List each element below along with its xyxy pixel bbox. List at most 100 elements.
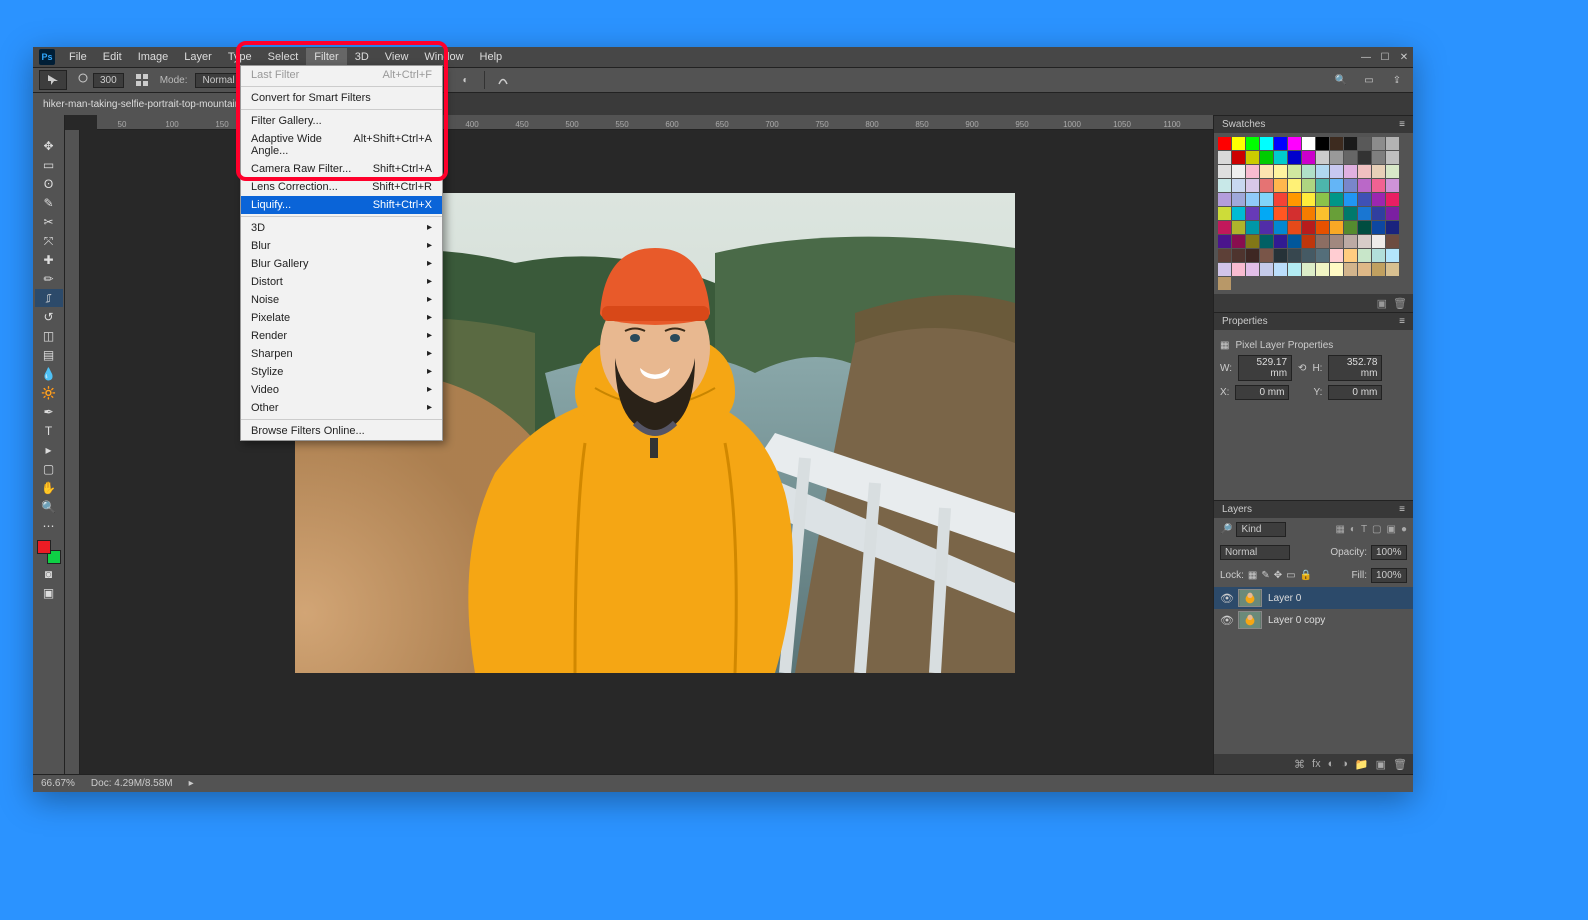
swatch[interactable] (1372, 207, 1385, 220)
swatch[interactable] (1218, 165, 1231, 178)
swatch[interactable] (1316, 235, 1329, 248)
swatch[interactable] (1358, 249, 1371, 262)
menu-help[interactable]: Help (472, 48, 511, 66)
swatch[interactable] (1372, 221, 1385, 234)
filter-video[interactable]: Video (241, 381, 442, 399)
type-tool[interactable]: T (35, 422, 63, 440)
filter-blur-gallery[interactable]: Blur Gallery (241, 255, 442, 273)
mask-icon[interactable]: ◐ (1328, 758, 1335, 770)
ignore-adj-icon[interactable]: ◐ (456, 71, 476, 89)
swatch[interactable] (1218, 179, 1231, 192)
swatch[interactable] (1386, 193, 1399, 206)
swatch[interactable] (1274, 137, 1287, 150)
swatch[interactable] (1260, 137, 1273, 150)
blend-mode-select[interactable]: Normal (1220, 545, 1290, 560)
swatch[interactable] (1330, 207, 1343, 220)
swatch[interactable] (1274, 165, 1287, 178)
swatch[interactable] (1358, 235, 1371, 248)
filter-other[interactable]: Other (241, 399, 442, 417)
menu-filter[interactable]: Filter (306, 48, 346, 66)
menu-view[interactable]: View (377, 48, 417, 66)
swatch[interactable] (1330, 249, 1343, 262)
eyedropper-tool[interactable]: ⤧ (35, 232, 63, 250)
swatch[interactable] (1344, 263, 1357, 276)
swatch[interactable] (1386, 249, 1399, 262)
filter-smart-icon[interactable]: ▣ (1387, 524, 1396, 535)
canvas-area[interactable]: 5010015020025030035040045050055060065070… (65, 115, 1213, 774)
swatch[interactable] (1302, 249, 1315, 262)
lasso-tool[interactable]: ʘ (35, 175, 63, 193)
quick-mask[interactable]: ◙ (35, 565, 63, 583)
layer-row[interactable]: 👁 Layer 0 (1214, 587, 1413, 609)
swatch[interactable] (1358, 151, 1371, 164)
lock-paint-icon[interactable]: ✎ (1261, 570, 1269, 581)
swatch[interactable] (1246, 179, 1259, 192)
swatch[interactable] (1246, 151, 1259, 164)
swatch[interactable] (1330, 137, 1343, 150)
swatch[interactable] (1246, 235, 1259, 248)
filter-blur[interactable]: Blur (241, 237, 442, 255)
swatch[interactable] (1274, 249, 1287, 262)
swatches-header[interactable]: Swatches≡ (1214, 116, 1413, 133)
trash-icon[interactable]: 🗑 (1393, 758, 1407, 771)
swatch[interactable] (1232, 249, 1245, 262)
swatch[interactable] (1246, 137, 1259, 150)
swatch[interactable] (1344, 151, 1357, 164)
dodge-tool[interactable]: 🔆 (35, 384, 63, 402)
layers-header[interactable]: Layers≡ (1214, 501, 1413, 518)
swatch[interactable] (1302, 193, 1315, 206)
filter-toggle[interactable]: ● (1401, 524, 1407, 535)
crop-tool[interactable]: ✂ (35, 213, 63, 231)
filter-lens-correction[interactable]: Lens Correction...Shift+Ctrl+R (241, 178, 442, 196)
filter-camera-raw[interactable]: Camera Raw Filter...Shift+Ctrl+A (241, 160, 442, 178)
swatch[interactable] (1274, 235, 1287, 248)
swatch[interactable] (1274, 207, 1287, 220)
rectangle-tool[interactable]: ▢ (35, 460, 63, 478)
swatch[interactable] (1274, 179, 1287, 192)
swatch[interactable] (1386, 137, 1399, 150)
healing-tool[interactable]: ✚ (35, 251, 63, 269)
maximize-button[interactable]: ☐ (1376, 48, 1394, 66)
swatch[interactable] (1372, 263, 1385, 276)
swatch[interactable] (1316, 249, 1329, 262)
swatch[interactable] (1288, 151, 1301, 164)
filter-noise[interactable]: Noise (241, 291, 442, 309)
layer-name[interactable]: Layer 0 (1268, 593, 1301, 604)
swatch[interactable] (1386, 165, 1399, 178)
swatch[interactable] (1316, 263, 1329, 276)
marquee-tool[interactable]: ▭ (35, 156, 63, 174)
delete-swatch-icon[interactable]: 🗑 (1393, 297, 1407, 310)
swatch[interactable] (1330, 165, 1343, 178)
menu-file[interactable]: File (61, 48, 95, 66)
swatch[interactable] (1386, 235, 1399, 248)
swatch[interactable] (1330, 151, 1343, 164)
swatch[interactable] (1358, 193, 1371, 206)
opacity-input[interactable]: 100% (1371, 545, 1407, 560)
swatch[interactable] (1344, 165, 1357, 178)
share-icon[interactable]: ⇪ (1387, 71, 1407, 89)
swatch[interactable] (1232, 137, 1245, 150)
swatch[interactable] (1246, 165, 1259, 178)
panel-menu-icon[interactable]: ≡ (1399, 504, 1405, 515)
swatch[interactable] (1316, 179, 1329, 192)
screen-mode[interactable]: ▣ (35, 584, 63, 602)
panel-menu-icon[interactable]: ≡ (1399, 119, 1405, 130)
edit-toolbar[interactable]: ⋯ (35, 517, 63, 535)
visibility-icon[interactable]: 👁 (1220, 592, 1232, 604)
tool-preview[interactable] (39, 70, 67, 90)
prop-h-input[interactable]: 352.78 mm (1328, 355, 1382, 381)
swatch[interactable] (1386, 179, 1399, 192)
swatch[interactable] (1344, 179, 1357, 192)
swatch[interactable] (1260, 207, 1273, 220)
swatch[interactable] (1372, 137, 1385, 150)
swatch[interactable] (1302, 151, 1315, 164)
swatch[interactable] (1218, 207, 1231, 220)
swatch[interactable] (1246, 249, 1259, 262)
swatch[interactable] (1260, 221, 1273, 234)
swatch[interactable] (1316, 137, 1329, 150)
swatch[interactable] (1358, 221, 1371, 234)
swatch[interactable] (1372, 193, 1385, 206)
swatch[interactable] (1372, 249, 1385, 262)
menu-edit[interactable]: Edit (95, 48, 130, 66)
blur-tool[interactable]: 💧 (35, 365, 63, 383)
